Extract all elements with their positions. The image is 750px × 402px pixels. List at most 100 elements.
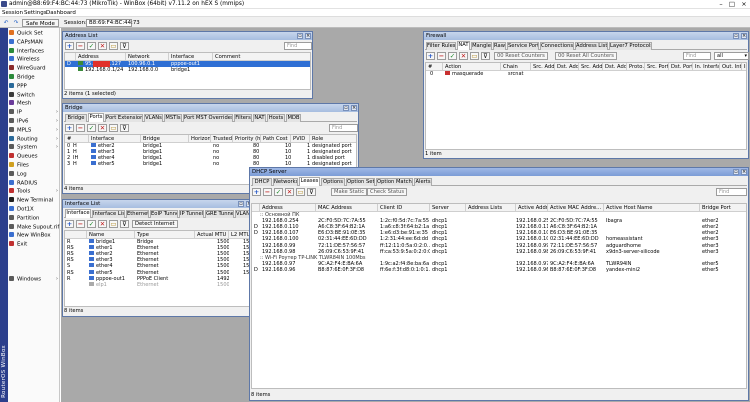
restore-icon[interactable]: ▫	[343, 105, 349, 111]
window-titlebar[interactable]: Address List	[63, 32, 312, 40]
sidebar-item-make-supout-rif[interactable]: Make Supout.rif	[9, 223, 60, 232]
disable-icon[interactable]: ✕	[285, 188, 294, 196]
column-network[interactable]: Network	[126, 53, 169, 61]
restore-icon[interactable]: ▫	[733, 33, 739, 39]
minimize-icon[interactable]: –	[716, 0, 726, 8]
close-icon[interactable]: ×	[305, 33, 311, 39]
column-in[interactable]: In	[742, 63, 746, 71]
remove-icon[interactable]: −	[76, 220, 85, 228]
chain-filter-select[interactable]: all ▾	[714, 52, 749, 60]
table-row[interactable]: D 192.168.0.96 B8:87:6E:0F:3F:D8 ff:6e:f:3f…	[252, 267, 746, 273]
column-number[interactable]: #	[65, 135, 89, 143]
sidebar-item-routing[interactable]: Routing ›	[9, 135, 60, 144]
tab-bridge-mdb[interactable]: MDB	[286, 114, 301, 122]
column-flag[interactable]	[65, 231, 87, 239]
add-icon[interactable]: +	[65, 124, 74, 132]
sidebar-item-files[interactable]: Files	[9, 162, 60, 170]
tab-dhcp-option-matcher[interactable]: Option Matcher	[376, 178, 413, 186]
remove-icon[interactable]: −	[76, 42, 85, 50]
column-bridge[interactable]: Bridge	[141, 135, 189, 143]
column-src-address[interactable]: Src. Address...	[579, 63, 603, 71]
reset-all-counters-button[interactable]: 00 Reset All Counters	[555, 52, 617, 60]
menu-session[interactable]: Session	[2, 10, 23, 16]
column-flag[interactable]	[252, 204, 260, 212]
filter-icon[interactable]: ⊽	[481, 52, 490, 60]
tab-dhcp-alerts[interactable]: Alerts	[414, 178, 432, 186]
table-row[interactable]: elp1 Ethernet 1500	[65, 281, 251, 288]
sidebar-item-new-terminal[interactable]: New Terminal	[9, 197, 60, 205]
sidebar-item-quick-set[interactable]: Quick Set	[9, 30, 60, 38]
column-role[interactable]: Role	[310, 135, 356, 143]
add-icon[interactable]: +	[65, 42, 74, 50]
column-path-cost[interactable]: Path Cost	[261, 135, 291, 143]
column-active-address[interactable]: Active Address	[516, 204, 548, 212]
comment-icon[interactable]: ▭	[109, 42, 118, 50]
restore-icon[interactable]: ▫	[297, 33, 303, 39]
tab-fw-connections[interactable]: Connections	[540, 42, 574, 50]
remove-icon[interactable]: −	[437, 52, 446, 60]
sidebar-item-bridge[interactable]: Bridge	[9, 74, 60, 82]
tab-bridge-vlans[interactable]: VLANs	[144, 114, 163, 122]
sidebar-item-capsman[interactable]: CAPsMAN	[9, 38, 60, 47]
sidebar-item-ipv6[interactable]: IPv6 ›	[9, 118, 60, 126]
tab-bridge-nat[interactable]: NAT	[253, 114, 266, 122]
tab-bridge-filters[interactable]: Filters	[234, 114, 252, 122]
column-client-id[interactable]: Client ID	[378, 204, 430, 212]
column-trusted[interactable]: Trusted	[211, 135, 233, 143]
sidebar-item-mpls[interactable]: MPLS ›	[9, 126, 60, 135]
table-row[interactable]: 192.168.0.1/24 192.168.0.0 bridge1	[65, 67, 310, 73]
tab-fw-mangle[interactable]: Mangle	[471, 42, 492, 50]
comment-icon[interactable]: ▭	[109, 124, 118, 132]
tab-bridge-port-mst-overrides[interactable]: Port MST Overrides	[183, 114, 233, 122]
column-comment[interactable]: Comment	[213, 53, 310, 61]
tab-fw-raw[interactable]: Raw	[493, 42, 506, 50]
filter-icon[interactable]: ⊽	[120, 42, 129, 50]
undo-icon[interactable]: ↶	[2, 19, 10, 27]
window-titlebar[interactable]: Firewall	[424, 32, 748, 40]
remove-icon[interactable]: −	[76, 124, 85, 132]
tab-dhcp-dhcp[interactable]: DHCP	[252, 178, 272, 186]
find-input[interactable]: Find	[284, 42, 312, 50]
restore-icon[interactable]: ▫	[238, 201, 244, 207]
column-bridge-port[interactable]: Bridge Port	[700, 204, 746, 212]
sidebar-item-windows[interactable]: Windows ›	[9, 276, 60, 284]
column-interface[interactable]: Interface	[89, 135, 141, 143]
sidebar-item-dot1x[interactable]: Dot1X	[9, 206, 60, 214]
close-icon[interactable]: ×	[741, 169, 747, 175]
sidebar-item-wireless[interactable]: Wireless	[9, 56, 60, 64]
column-dst-address[interactable]: Dst. Address	[555, 63, 579, 71]
tab-fw-address-lists[interactable]: Address Lists	[575, 42, 608, 50]
comment-icon[interactable]: ▭	[296, 188, 305, 196]
column-dst-address[interactable]: Dst. Address...	[603, 63, 627, 71]
tab-bridge-port-extensions[interactable]: Port Extensions	[105, 114, 143, 122]
column-pvid[interactable]: PVID	[291, 135, 310, 143]
add-icon[interactable]: +	[65, 220, 74, 228]
enable-icon[interactable]: ✓	[87, 220, 96, 228]
enable-icon[interactable]: ✓	[448, 52, 457, 60]
tab-dhcp-options[interactable]: Options	[321, 178, 345, 186]
enable-icon[interactable]: ✓	[274, 188, 283, 196]
tab-iface-interface[interactable]: Interface	[65, 209, 91, 218]
column-dst-port[interactable]: Dst. Port	[669, 63, 693, 71]
tab-bridge-mstis[interactable]: MSTIs	[164, 114, 182, 122]
sidebar-item-queues[interactable]: Queues	[9, 153, 60, 161]
tab-iface-gre-tunnel[interactable]: GRE Tunnel	[205, 210, 234, 218]
tab-fw-filter-rules[interactable]: Filter Rules	[426, 42, 456, 50]
sidebar-item-exit[interactable]: Exit	[9, 241, 60, 249]
sidebar-item-ip[interactable]: IP ›	[9, 109, 60, 117]
column-out-int[interactable]: Out. Int...	[720, 63, 742, 71]
sidebar-item-wireguard[interactable]: WireGuard	[9, 65, 60, 73]
column-interface[interactable]: Interface	[169, 53, 213, 61]
column-address-lists[interactable]: Address Lists	[466, 204, 516, 212]
tab-iface-interface-list[interactable]: Interface List	[92, 210, 125, 218]
sidebar-item-tools[interactable]: Tools ›	[9, 188, 60, 196]
tab-dhcp-networks[interactable]: Networks	[273, 178, 298, 186]
column-mac-address[interactable]: MAC Address	[316, 204, 378, 212]
filter-icon[interactable]: ⊽	[120, 124, 129, 132]
disable-icon[interactable]: ✕	[98, 42, 107, 50]
tab-iface-eoip-tunnel[interactable]: EoIP Tunnel	[150, 210, 178, 218]
close-icon[interactable]: ×	[739, 0, 749, 8]
remove-icon[interactable]: −	[263, 188, 272, 196]
column-address[interactable]: Address	[260, 204, 316, 212]
find-input[interactable]: Find	[716, 188, 747, 196]
